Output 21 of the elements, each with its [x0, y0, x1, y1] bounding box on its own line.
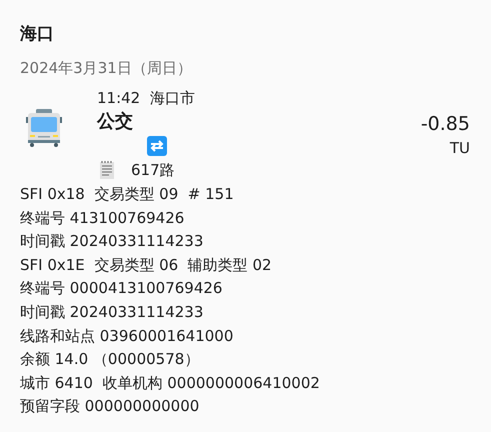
detail-line: 时间戳 20240331114233 — [20, 302, 204, 323]
section-title: 海口 — [20, 23, 55, 46]
swap-icon — [147, 136, 167, 156]
detail-line: 线路和站点 03960001641000 — [20, 326, 234, 347]
bus-icon — [24, 108, 64, 148]
amount-label: -0.85 — [420, 112, 470, 137]
detail-line: SFI 0x1E 交易类型 06 辅助类型 02 — [20, 254, 272, 276]
detail-line: 余额 14.0 （00000578） — [20, 349, 200, 370]
detail-line: 预留字段 000000000000 — [20, 396, 200, 418]
detail-line: 城市 6410 收单机构 0000000006410002 — [20, 372, 320, 394]
detail-line: 终端号 0000413100769426 — [20, 278, 222, 300]
detail-line: 时间戳 20240331114233 — [20, 231, 204, 252]
detail-line: SFI 0x18 交易类型 09 # 151 — [20, 184, 234, 205]
date-label: 2024年3月31日（周日） — [20, 58, 192, 79]
transaction-type: 公交 — [97, 110, 133, 134]
detail-line: 终端号 413100769426 — [20, 208, 184, 229]
currency-label: TU — [450, 138, 470, 159]
time-label: 11:42 — [97, 88, 140, 108]
notepad-icon — [99, 160, 115, 180]
route-label: 617路 — [131, 160, 175, 180]
place-label: 海口市 — [150, 88, 196, 108]
